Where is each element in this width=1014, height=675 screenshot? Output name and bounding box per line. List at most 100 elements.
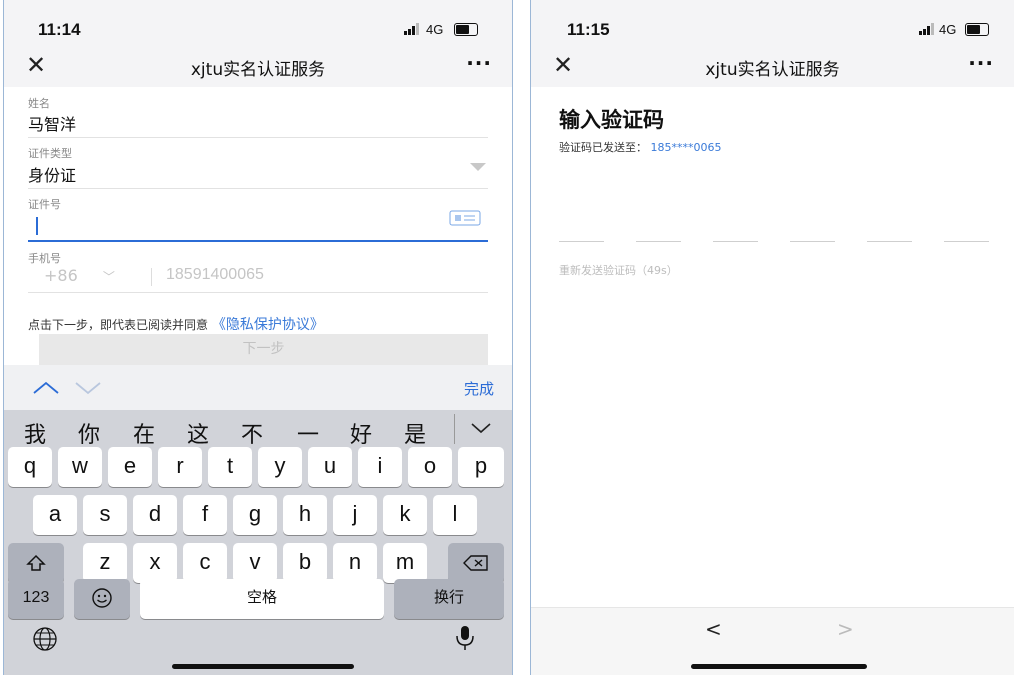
shift-icon [26, 554, 46, 571]
key-n[interactable]: n [333, 543, 377, 583]
idnum-underline [28, 240, 488, 242]
privacy-link[interactable]: 《隐私保护协议》 [212, 317, 324, 333]
candidate-word[interactable]: 我 [24, 417, 46, 449]
candidate-word[interactable]: 在 [133, 417, 155, 449]
candidate-word[interactable]: 是 [404, 417, 426, 449]
key-p[interactable]: p [458, 447, 504, 487]
agreement-text: 点击下一步，即代表已阅读并同意 《隐私保护协议》 [28, 314, 324, 334]
name-value: 马智洋 [28, 115, 77, 134]
idtype-label: 证件类型 [28, 147, 72, 160]
code-digit-slot[interactable] [713, 241, 758, 242]
right-phone-screen: 11:15 4G ✕ xjtu实名认证服务 ··· 输入验证码 验证码已发送至：… [530, 0, 1014, 675]
idnum-input[interactable] [28, 214, 488, 240]
key-w[interactable]: w [58, 447, 102, 487]
key-h[interactable]: h [283, 495, 327, 535]
key-x[interactable]: x [133, 543, 177, 583]
masked-phone: 185****0065 [650, 141, 722, 154]
more-icon[interactable]: ··· [968, 51, 994, 75]
scan-id-card-icon[interactable] [449, 210, 481, 226]
network-type: 4G [939, 22, 957, 37]
code-digit-slot[interactable] [944, 241, 989, 242]
key-o[interactable]: o [408, 447, 452, 487]
resend-code-link[interactable]: 重新发送验证码（49s） [559, 262, 678, 278]
candidate-word[interactable]: 你 [78, 417, 100, 449]
text-cursor [36, 217, 38, 235]
separator [454, 414, 455, 444]
code-digit-slot[interactable] [790, 241, 835, 242]
code-sent-label: 验证码已发送至： [559, 141, 647, 154]
key-q[interactable]: q [8, 447, 52, 487]
divider [28, 137, 488, 138]
key-j[interactable]: j [333, 495, 377, 535]
chevron-down-icon[interactable] [470, 163, 486, 173]
phone-label: 手机号 [28, 252, 61, 265]
page-title: xjtu实名认证服务 [705, 60, 840, 80]
key-m[interactable]: m [383, 543, 427, 583]
chevron-up-down-icons[interactable] [32, 381, 104, 395]
key-l[interactable]: l [433, 495, 477, 535]
numbers-key[interactable]: 123 [8, 579, 64, 619]
code-digit-slot[interactable] [559, 241, 604, 242]
left-phone-screen: 11:14 4G ✕ xjtu实名认证服务 ··· 姓名 马智洋 证件类型 身份… [3, 0, 513, 675]
code-sent-info: 验证码已发送至： 185****0065 [559, 139, 722, 155]
shift-key[interactable] [8, 543, 64, 583]
separator [151, 268, 152, 286]
space-key[interactable]: 空格 [140, 579, 384, 619]
done-button[interactable]: 完成 [464, 378, 494, 399]
return-key[interactable]: 换行 [394, 579, 504, 619]
chevron-down-icon: ﹀ [102, 270, 115, 284]
key-s[interactable]: s [83, 495, 127, 535]
microphone-icon[interactable] [454, 624, 476, 652]
key-b[interactable]: b [283, 543, 327, 583]
globe-icon[interactable] [32, 626, 58, 652]
delete-key[interactable] [448, 543, 504, 583]
chevron-down-icon[interactable] [470, 422, 492, 434]
key-k[interactable]: k [383, 495, 427, 535]
key-c[interactable]: c [183, 543, 227, 583]
phone-input[interactable]: 18591400065 [166, 266, 264, 284]
page-title: xjtu实名认证服务 [190, 60, 326, 80]
signal-icon [919, 22, 935, 37]
key-v[interactable]: v [233, 543, 277, 583]
idnum-label: 证件号 [28, 198, 61, 211]
key-u[interactable]: u [308, 447, 352, 487]
candidate-word[interactable]: 这 [187, 417, 209, 449]
forward-arrow-icon[interactable]: > [837, 617, 854, 641]
country-code: +86 [44, 266, 78, 285]
name-label: 姓名 [28, 97, 50, 110]
divider [28, 292, 488, 293]
network-type: 4G [426, 22, 444, 37]
back-arrow-icon[interactable]: < [705, 617, 722, 641]
candidate-word[interactable]: 好 [350, 417, 372, 449]
key-t[interactable]: t [208, 447, 252, 487]
backspace-icon [463, 555, 488, 571]
battery-icon [454, 23, 478, 36]
status-time: 11:14 [38, 20, 81, 39]
nav-bar: ✕ xjtu实名认证服务 ··· [531, 45, 1014, 87]
keyboard-toolbar: 完成 [4, 365, 512, 410]
key-e[interactable]: e [108, 447, 152, 487]
code-digit-slot[interactable] [867, 241, 912, 242]
idtype-select[interactable]: 身份证 [28, 162, 76, 186]
more-icon[interactable]: ··· [466, 51, 492, 75]
candidate-word[interactable]: 不 [241, 417, 263, 449]
agreement-label: 点击下一步，即代表已阅读并同意 [28, 318, 209, 332]
code-digit-slot[interactable] [636, 241, 681, 242]
signal-icon [404, 22, 420, 37]
key-y[interactable]: y [258, 447, 302, 487]
home-indicator [691, 664, 867, 669]
divider [28, 188, 488, 189]
key-g[interactable]: g [233, 495, 277, 535]
home-indicator [172, 664, 354, 669]
country-code-select[interactable]: +86 ﹀ [44, 266, 115, 285]
key-z[interactable]: z [83, 543, 127, 583]
candidate-word[interactable]: 一 [297, 417, 319, 449]
battery-icon [965, 23, 989, 36]
key-i[interactable]: i [358, 447, 402, 487]
key-a[interactable]: a [33, 495, 77, 535]
key-f[interactable]: f [183, 495, 227, 535]
key-d[interactable]: d [133, 495, 177, 535]
key-r[interactable]: r [158, 447, 202, 487]
status-time: 11:15 [567, 20, 610, 39]
emoji-key[interactable] [74, 579, 130, 619]
